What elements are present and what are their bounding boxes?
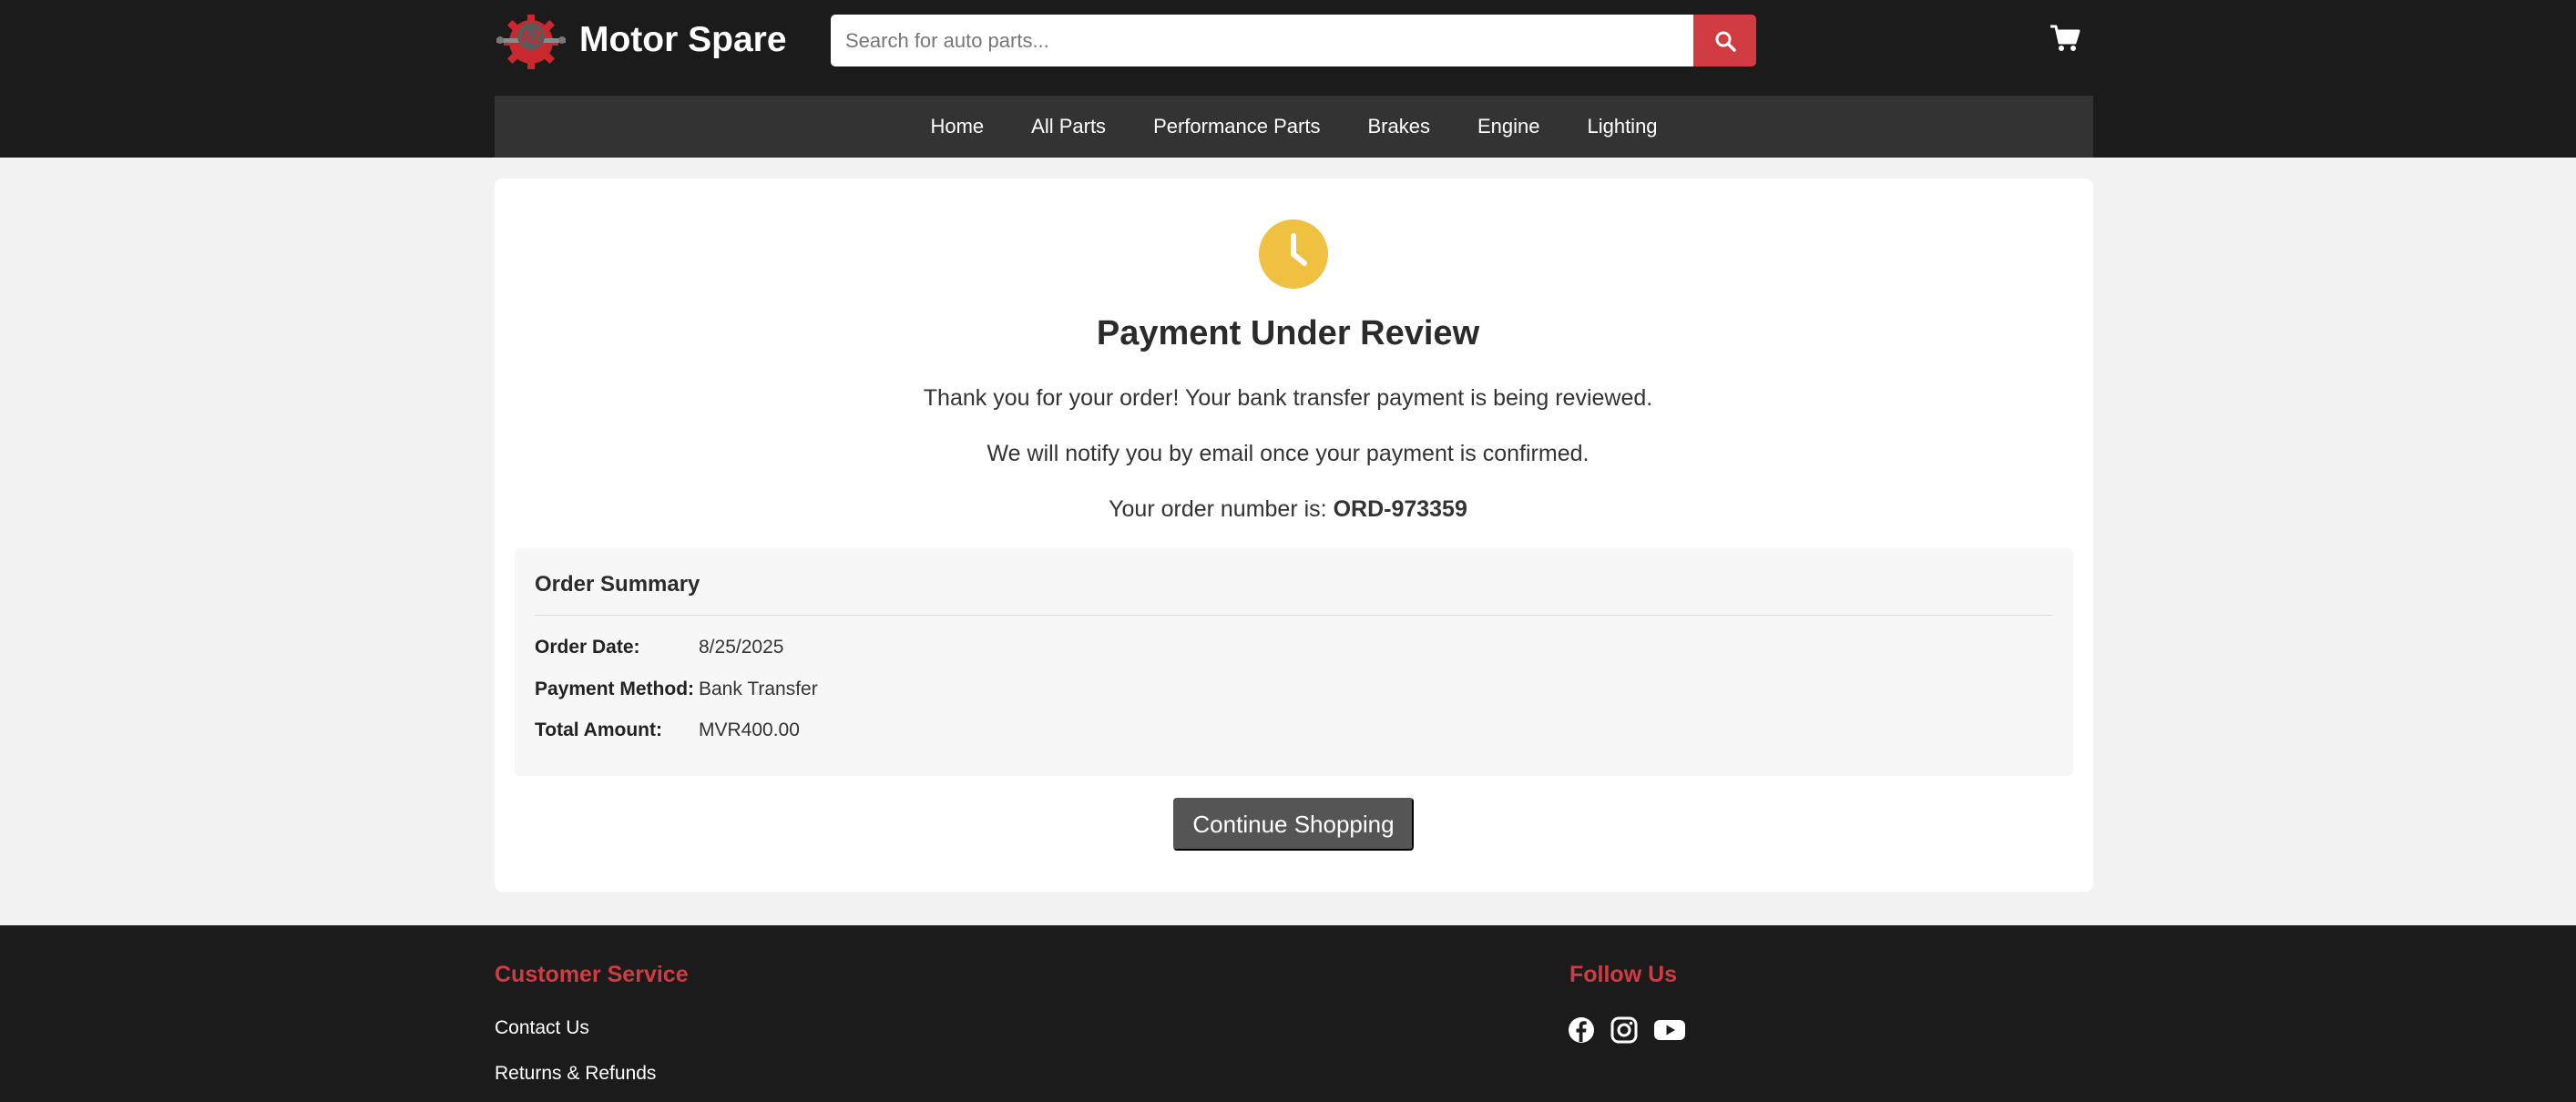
customer-service-heading: Customer Service <box>495 962 689 987</box>
divider <box>535 615 2053 616</box>
search-input[interactable] <box>831 15 1693 66</box>
summary-value: 8/25/2025 <box>699 637 784 658</box>
footer-link-contact-us[interactable]: Contact Us <box>495 1017 589 1039</box>
order-number-line: Your order number is: ORD-973359 <box>0 494 2576 525</box>
order-summary-title: Order Summary <box>535 572 700 597</box>
main-nav: Home All Parts Performance Parts Brakes … <box>495 96 2093 158</box>
summary-row-total-amount: Total Amount: MVR400.00 <box>535 717 800 744</box>
brand-name[interactable]: Motor Spare <box>579 16 787 64</box>
instagram-icon[interactable] <box>1610 1015 1639 1045</box>
summary-label: Order Date: <box>535 637 640 658</box>
summary-row-payment-method: Payment Method: Bank Transfer <box>535 676 818 703</box>
page-title: Payment Under Review <box>1096 314 1480 352</box>
footer-link-returns-refunds[interactable]: Returns & Refunds <box>495 1063 656 1085</box>
nav-item-lighting[interactable]: Lighting <box>1563 96 1681 158</box>
summary-value: MVR400.00 <box>699 719 800 740</box>
nav-item-engine[interactable]: Engine <box>1454 96 1564 158</box>
order-number: ORD-973359 <box>1333 496 1467 522</box>
clock-icon <box>1259 219 1328 289</box>
search-button[interactable] <box>1693 15 1756 66</box>
youtube-icon[interactable] <box>1653 1015 1686 1045</box>
site-footer <box>0 925 2576 1102</box>
notify-message: We will notify you by email once your pa… <box>986 441 1590 466</box>
cart-icon[interactable] <box>2050 24 2080 53</box>
summary-value: Bank Transfer <box>699 679 818 699</box>
facebook-icon[interactable] <box>1567 1015 1596 1045</box>
nav-item-brakes[interactable]: Brakes <box>1344 96 1453 158</box>
nav-item-home[interactable]: Home <box>906 96 1007 158</box>
search-icon <box>1715 31 1736 52</box>
summary-label: Total Amount: <box>535 719 662 740</box>
nav-item-performance-parts[interactable]: Performance Parts <box>1130 96 1344 158</box>
logo-text: AZ <box>520 28 542 46</box>
continue-shopping-button[interactable]: Continue Shopping <box>1173 798 1414 851</box>
nav-item-all-parts[interactable]: All Parts <box>1007 96 1130 158</box>
summary-row-order-date: Order Date: 8/25/2025 <box>535 634 783 661</box>
summary-label: Payment Method: <box>535 679 695 699</box>
follow-us-heading: Follow Us <box>1569 962 1678 987</box>
logo-icon[interactable]: AZ <box>495 5 567 75</box>
order-number-prefix: Your order number is: <box>1109 496 1334 522</box>
order-summary: Order Summary Order Date: 8/25/2025 Paym… <box>515 548 2073 776</box>
search-bar <box>831 15 1756 66</box>
status-message: Thank you for your order! Your bank tran… <box>923 385 1653 411</box>
